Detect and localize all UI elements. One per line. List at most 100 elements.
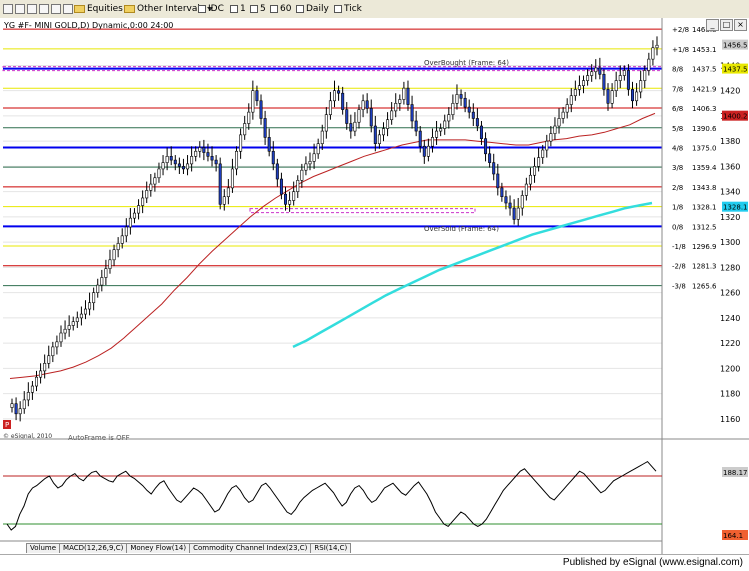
candle-body <box>288 200 292 205</box>
checkbox-icon[interactable] <box>334 4 342 13</box>
idc-label: IDC <box>208 3 224 14</box>
candle-body <box>263 118 267 138</box>
candle-body <box>132 212 136 219</box>
daily-checkbox[interactable]: Daily <box>296 2 329 15</box>
murray-level-label: 4/8 <box>672 144 683 152</box>
idc-checkbox[interactable]: IDC <box>198 2 224 15</box>
candle-body <box>496 173 500 189</box>
checkbox-icon[interactable] <box>230 4 238 13</box>
study-tab[interactable]: RSI(14,C) <box>310 543 352 553</box>
interval-5-checkbox[interactable]: 5 <box>250 2 266 15</box>
murray-level-label: 8/8 <box>672 66 683 74</box>
candle-body <box>508 202 512 209</box>
equities-label: Equities <box>87 3 123 14</box>
tick-checkbox[interactable]: Tick <box>334 2 362 15</box>
chart-icon[interactable] <box>3 3 13 14</box>
checkbox-icon[interactable] <box>296 4 304 13</box>
murray-level-value: 1265.6 <box>692 283 717 291</box>
candle-body <box>516 207 520 220</box>
candle-body <box>332 90 336 102</box>
daily-label: Daily <box>306 3 329 14</box>
candle-body <box>279 178 283 195</box>
study-tab[interactable]: MACD(12,26,9,C) <box>59 543 128 553</box>
folder-icon <box>74 4 85 13</box>
lock-icon[interactable] <box>63 3 73 14</box>
candle-body <box>369 108 373 127</box>
candle-body <box>594 67 598 73</box>
settings-icon[interactable] <box>39 3 49 14</box>
candle-body <box>488 153 492 163</box>
candle-body <box>243 123 247 136</box>
candle-body <box>255 90 259 102</box>
interval-1-label: 1 <box>240 3 246 14</box>
candle-body <box>67 325 71 330</box>
candle-body <box>610 90 614 104</box>
murray-level-label: -3/8 <box>672 283 686 291</box>
price-chart[interactable]: YG #F- MINI GOLD,D) Dynamic,0:00 24:00 O… <box>0 18 749 554</box>
interval-1-checkbox[interactable]: 1 <box>230 2 246 15</box>
price-tick-label: 1160 <box>720 415 740 424</box>
candle-body <box>426 145 430 157</box>
murray-level-label: +2/8 <box>672 26 689 34</box>
candle-body <box>10 403 14 408</box>
price-tick-label: 1340 <box>720 188 740 197</box>
interval-5-label: 5 <box>260 3 266 14</box>
published-label: Published by eSignal (www.esignal.com) <box>562 557 743 568</box>
study-tab[interactable]: Money Flow(14) <box>126 543 191 553</box>
candle-body <box>394 103 398 112</box>
rsi-badge-label: 164.1 <box>723 532 743 540</box>
candle-body <box>398 99 402 104</box>
candle-body <box>43 363 47 372</box>
maximize-button[interactable]: □ <box>720 19 733 31</box>
candle-body <box>606 89 610 104</box>
price-tick-label: 1320 <box>720 213 740 222</box>
price-badge-label: 1456.5 <box>723 42 748 50</box>
candle-body <box>402 87 406 100</box>
close-button[interactable]: × <box>734 19 747 31</box>
candle-body <box>275 163 279 180</box>
options-icon[interactable] <box>27 3 37 14</box>
price-tick-label: 1180 <box>720 390 740 399</box>
minimize-button[interactable]: _ <box>706 19 719 31</box>
candle-body <box>545 140 549 151</box>
candle-body <box>47 355 51 364</box>
candle-body <box>137 205 141 214</box>
toolbar: Equities Other Intervals IDC 1 5 60 Dail… <box>0 0 749 19</box>
candle-body <box>484 138 488 155</box>
study-tab[interactable]: Commodity Channel Index(23,C) <box>189 543 312 553</box>
candle-body <box>34 376 38 387</box>
candle-body <box>194 150 198 157</box>
checkbox-icon[interactable] <box>198 4 206 13</box>
candle-body <box>549 133 553 142</box>
candle-body <box>124 226 128 237</box>
candle-body <box>218 163 222 205</box>
checkbox-icon[interactable] <box>250 4 258 13</box>
interval-60-label: 60 <box>280 3 292 14</box>
candle-body <box>222 196 226 205</box>
tools-icon[interactable] <box>15 3 25 14</box>
p-badge-label: P <box>5 421 9 429</box>
candle-body <box>386 119 390 129</box>
checkbox-icon[interactable] <box>270 4 278 13</box>
candle-body <box>618 75 622 81</box>
candle-body <box>541 149 545 158</box>
zoom-icon[interactable] <box>51 3 61 14</box>
candle-body <box>504 196 508 204</box>
candle-body <box>328 100 332 115</box>
candle-body <box>14 403 18 415</box>
price-badge-label: 1400.2 <box>723 113 748 121</box>
folder-icon <box>124 4 135 13</box>
candle-body <box>214 159 218 165</box>
candle-body <box>614 80 618 91</box>
candle-body <box>128 217 132 228</box>
equities-dropdown[interactable]: Equities <box>74 2 131 15</box>
candle-body <box>357 109 361 123</box>
murray-level-label: 2/8 <box>672 184 683 192</box>
price-tick-label: 1220 <box>720 339 740 348</box>
interval-60-checkbox[interactable]: 60 <box>270 2 291 15</box>
candle-body <box>312 153 316 162</box>
candle-body <box>235 150 239 170</box>
toolbar-icons-group[interactable] <box>3 2 73 15</box>
study-tab[interactable]: Volume <box>26 543 61 553</box>
candle-body <box>55 341 59 348</box>
